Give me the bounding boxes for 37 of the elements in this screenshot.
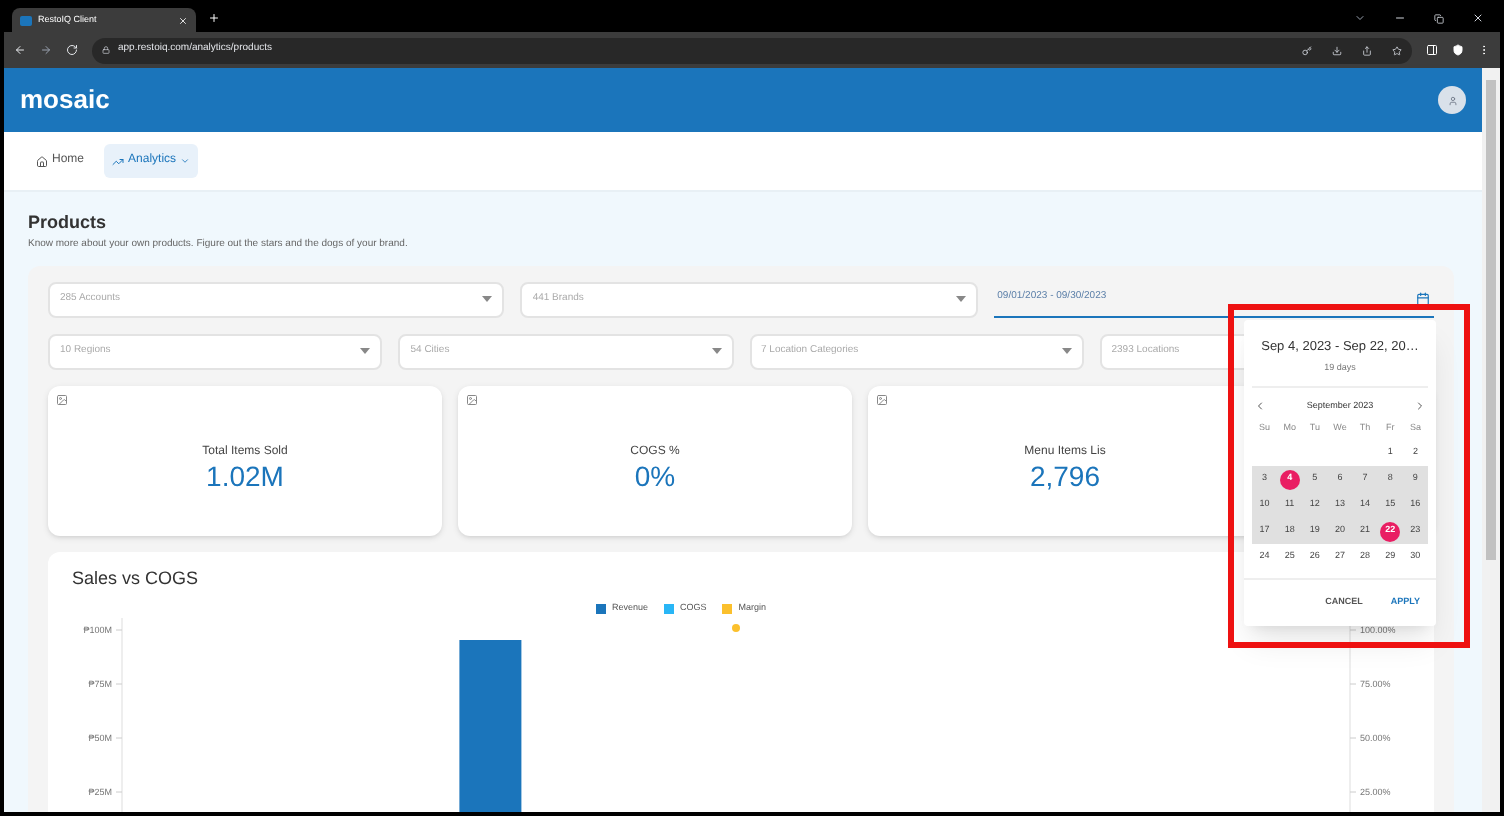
forward-icon[interactable] <box>40 44 52 56</box>
caret-icon <box>955 296 966 302</box>
home-icon <box>36 155 48 167</box>
bookmark-star-icon[interactable] <box>1392 45 1402 55</box>
chart-title: Sales vs COGS <box>72 567 201 589</box>
image-icon <box>876 393 888 405</box>
kpi-value: 0% <box>634 461 676 489</box>
back-icon[interactable] <box>14 44 26 56</box>
trend-line-icon <box>112 155 125 167</box>
calendar-icon <box>1415 291 1430 305</box>
image-icon <box>466 393 478 405</box>
close-window-icon[interactable] <box>1472 12 1484 24</box>
reload-icon[interactable] <box>66 44 78 56</box>
restore-icon[interactable] <box>1434 13 1444 23</box>
key-icon[interactable] <box>1302 45 1312 55</box>
image-icon <box>56 393 68 405</box>
caret-icon <box>711 348 721 354</box>
caret-icon <box>1061 348 1072 354</box>
app-logo[interactable]: mosaic <box>20 80 110 120</box>
lock-icon <box>102 46 110 54</box>
side-panel-icon[interactable] <box>1426 44 1438 56</box>
caret-icon <box>482 296 493 302</box>
new-tab-icon[interactable] <box>208 12 220 24</box>
avatar-button[interactable] <box>1438 86 1466 114</box>
download-icon[interactable] <box>1332 45 1342 55</box>
user-icon <box>1447 95 1457 105</box>
margin-point <box>732 623 740 631</box>
tab-search-icon[interactable] <box>1354 12 1366 24</box>
page-title: Products <box>28 210 109 234</box>
favicon-icon <box>20 15 32 25</box>
page-scrollbar-thumb[interactable] <box>1486 80 1496 560</box>
share-icon[interactable] <box>1362 45 1372 55</box>
minimize-icon[interactable] <box>1394 12 1406 24</box>
caret-icon <box>360 348 371 354</box>
kpi-value: 2,796 <box>1029 461 1101 489</box>
shield-icon[interactable] <box>1452 44 1464 56</box>
kpi-value: 1.02M <box>206 461 284 489</box>
